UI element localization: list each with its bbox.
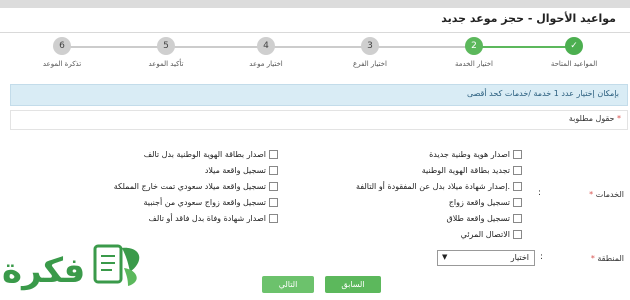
notice-text: بإمكان إختيار عدد 1 خدمة /خدمات كحد أقصى (466, 89, 619, 98)
dropdown-arrow-icon: ▼ (442, 253, 448, 261)
document-leaf-icon (93, 244, 140, 286)
step-5-label: تأكيد الموعد (148, 60, 184, 68)
checkbox[interactable] (513, 198, 522, 207)
checkbox[interactable] (513, 214, 522, 223)
checkbox[interactable] (269, 166, 278, 175)
required-star-icon: * (589, 190, 594, 199)
region-label: * المنطقة (590, 254, 624, 263)
checkbox[interactable] (269, 198, 278, 207)
service-option[interactable]: اصدار بطاقة الهوية الوطنية بدل تالف (144, 150, 278, 159)
checkbox[interactable] (269, 182, 278, 191)
required-star-icon: * (590, 254, 595, 263)
required-note-text: حقول مطلوبة (568, 114, 615, 123)
checkbox[interactable] (513, 150, 522, 159)
region-select[interactable]: اختيار ▼ (437, 250, 535, 266)
step-1-label: المواعيد المتاحة (550, 60, 598, 68)
services-label: * الخدمات (589, 190, 624, 199)
step-1-check-icon: ✓ (565, 37, 583, 55)
step-6-circle: 6 (53, 37, 71, 55)
checkbox[interactable] (513, 182, 522, 191)
page-title: مواعيد الأحوال - حجز موعد جديد (441, 12, 616, 25)
watermark-logo: فكرة (2, 244, 140, 291)
next-button[interactable]: التالي (262, 276, 314, 293)
step-3-circle: 3 (361, 37, 379, 55)
service-option[interactable]: تسجيل واقعة طلاق (447, 214, 522, 223)
step-5-circle: 5 (157, 37, 175, 55)
service-option[interactable]: تسجيل واقعة زواج سعودي من أجنبية (144, 198, 278, 207)
step-connector (474, 46, 574, 48)
checkbox[interactable] (269, 214, 278, 223)
required-star-icon: * (617, 114, 621, 123)
info-notice: بإمكان إختيار عدد 1 خدمة /خدمات كحد أقصى (10, 84, 628, 106)
service-option[interactable]: اصدار شهادة وفاة بدل فاقد أو تالف (149, 214, 278, 223)
region-selected-value: اختيار (510, 253, 529, 262)
title-bar: مواعيد الأحوال - حجز موعد جديد (0, 8, 630, 33)
service-option[interactable]: تجديد بطاقة الهوية الوطنية (422, 166, 522, 175)
step-3-label: اختيار الفرع (353, 60, 387, 68)
region-colon: : (540, 252, 544, 262)
service-option[interactable]: الاتصال المرئي (461, 230, 522, 239)
checkbox[interactable] (513, 166, 522, 175)
checkbox[interactable] (513, 230, 522, 239)
step-4-label: اختيار موعد (249, 60, 283, 68)
watermark-text: فكرة (2, 251, 85, 291)
service-option[interactable]: اصدار هوية وطنية جديدة (429, 150, 522, 159)
step-2-circle: 2 (465, 37, 483, 55)
required-fields-note: حقول مطلوبة * (10, 110, 628, 130)
service-option[interactable]: تسجيل واقعة ميلاد سعودي تمت خارج المملكة (114, 182, 278, 191)
previous-button[interactable]: السابق (325, 276, 381, 293)
checkbox[interactable] (269, 150, 278, 159)
top-strip (0, 0, 630, 8)
step-6-label: تذكرة الموعد (42, 60, 82, 68)
service-option[interactable]: تسجيل واقعة ميلاد (205, 166, 278, 175)
step-2-label: اختيار الخدمة (454, 60, 493, 68)
service-option[interactable]: تسجيل واقعة زواج (449, 198, 522, 207)
step-4-circle: 4 (257, 37, 275, 55)
services-colon: : (538, 188, 542, 198)
progress-stepper: ✓ المواعيد المتاحة 2 اختيار الخدمة 3 اخت… (0, 32, 630, 82)
service-option[interactable]: إصدار شهادة ميلاد بدل عن المفقودة أو الت… (356, 182, 522, 191)
